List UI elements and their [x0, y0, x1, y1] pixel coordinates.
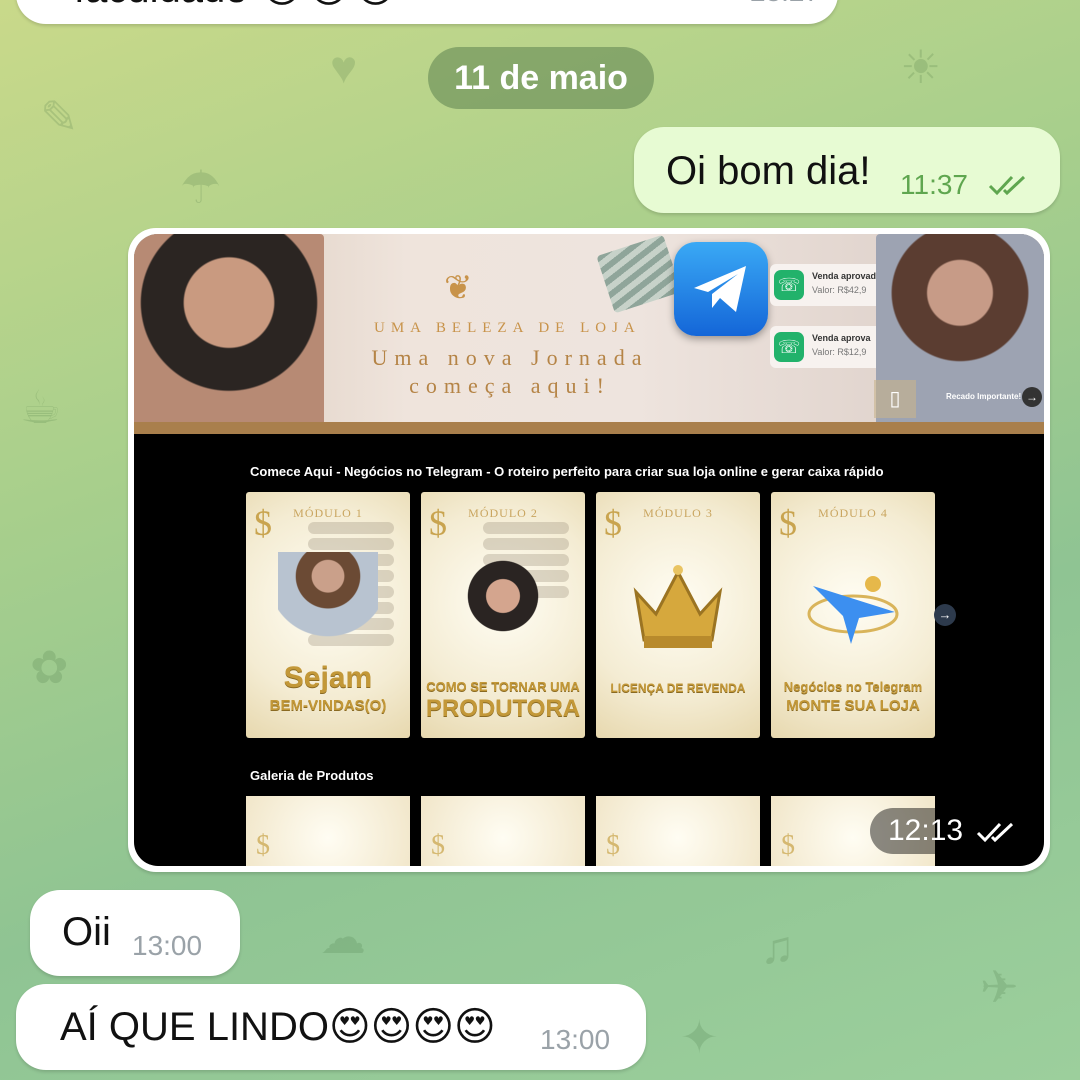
phone-icon: ☏ — [774, 332, 804, 362]
module-caption: BEM-VINDAS(O) — [269, 697, 387, 714]
doodle-icon: ✎ — [40, 91, 79, 143]
portrait-image — [453, 552, 553, 662]
message-time: 12:13 — [888, 814, 964, 847]
message-bubble-outgoing[interactable]: Oi bom dia! 11:37 — [634, 127, 1060, 213]
section-title: Comece Aqui - Negócios no Telegram - O r… — [250, 464, 884, 479]
doodle-icon: ✦ — [680, 1011, 719, 1063]
doodle-icon: ✈ — [980, 961, 1019, 1013]
message-bubble-incoming[interactable]: faculdade 😂😂😂 23:27 — [16, 0, 838, 24]
arrow-right-icon: → — [1022, 387, 1042, 407]
message-time: 23:27 — [750, 0, 820, 8]
module-card: $ MÓDULO 4 Negócios no Telegram MONTE SU… — [771, 492, 935, 738]
module-caption: Negócios no Telegram — [783, 679, 923, 694]
sale-notification: ☏ Venda aprovad Valor: R$42,9 — [770, 264, 882, 306]
portrait-image — [278, 552, 378, 662]
module-caption: PRODUTORA — [425, 695, 581, 722]
brand-subtitle: UMA BELEZA DE LOJA — [374, 320, 641, 336]
doodle-icon: ✿ — [30, 641, 69, 693]
message-bubble-incoming[interactable]: Oii 13:00 — [30, 890, 240, 976]
dollar-icon: $ — [431, 830, 445, 861]
double-check-icon — [976, 822, 1014, 843]
module-card: $ MÓDULO 2 COMO SE TORNAR UMA PRODUTORA — [421, 492, 585, 738]
message-time: 13:00 — [132, 930, 203, 961]
message-bubble-incoming[interactable]: AÍ QUE LINDO😍😍😍😍 13:00 — [16, 984, 646, 1070]
module-caption: Sejam — [283, 661, 373, 694]
document-icon: ▯ — [874, 380, 916, 418]
crown-icon — [633, 565, 723, 648]
sale-notification: ☏ Venda aprova Valor: R$12,9 — [770, 326, 882, 368]
sale-title: Venda aprova — [812, 333, 871, 343]
module-caption: COMO SE TORNAR UMA — [426, 679, 580, 694]
module-label: MÓDULO 1 — [293, 506, 363, 520]
portrait-image — [134, 234, 324, 430]
paper-plane-icon — [807, 576, 899, 644]
doodle-icon: ☁ — [320, 911, 366, 963]
doodle-icon: ☀ — [900, 41, 942, 93]
module-caption: LICENÇA DE REVENDA — [610, 681, 746, 695]
module-label: MÓDULO 3 — [643, 506, 713, 520]
module-label: MÓDULO 4 — [818, 506, 888, 520]
message-time: 11:37 — [900, 169, 968, 200]
doodle-icon: ♥ — [330, 41, 358, 93]
message-text: faculdade 😂😂😂 — [74, 0, 399, 12]
sale-value: Valor: R$42,9 — [812, 285, 867, 295]
module-card: $ MÓDULO 3 LICENÇA DE REVENDA — [596, 492, 760, 738]
module-caption: MONTE SUA LOJA — [786, 697, 920, 714]
arrow-right-icon: → — [934, 604, 956, 626]
photo-image[interactable]: ❦ UMA BELEZA DE LOJA Uma nova Jornada co… — [134, 234, 1044, 866]
dollar-icon: $ — [781, 830, 795, 861]
dollar-icon: $ — [256, 830, 270, 861]
gallery-card: $ — [596, 796, 760, 866]
module-label: MÓDULO 2 — [468, 506, 538, 520]
doodle-icon: ☂ — [180, 161, 222, 213]
money-image — [596, 234, 682, 314]
phone-icon: ☏ — [774, 270, 804, 300]
dollar-icon: $ — [606, 830, 620, 861]
date-separator: 11 de maio — [428, 47, 654, 109]
brand-title: Uma nova Jornada começa aqui! — [371, 345, 649, 398]
sale-title: Venda aprovad — [812, 271, 877, 281]
telegram-icon — [674, 242, 768, 336]
doodle-icon: ♫ — [760, 921, 795, 973]
module-card: $ MÓDULO 1 Sejam BEM-VINDAS(O) — [246, 492, 410, 738]
message-time: 13:00 — [540, 1024, 611, 1055]
notice-label: Recado Importante! — [946, 392, 1022, 401]
store-banner: ❦ UMA BELEZA DE LOJA Uma nova Jornada co… — [134, 234, 1044, 434]
divider — [134, 422, 1044, 434]
doodle-icon: ☕ — [20, 381, 62, 433]
message-text: AÍ QUE LINDO😍😍😍😍 — [60, 1005, 496, 1049]
photo-timestamp: 12:13 — [870, 808, 1026, 854]
section-title: Galeria de Produtos — [250, 768, 374, 783]
gallery-card: $ — [421, 796, 585, 866]
message-text: Oi bom dia! — [666, 149, 871, 193]
message-text: Oii — [62, 910, 111, 954]
gallery-card: $ — [246, 796, 410, 866]
butterfly-icon: ❦ — [444, 269, 473, 307]
photo-message[interactable]: ❦ UMA BELEZA DE LOJA Uma nova Jornada co… — [128, 228, 1050, 872]
sale-value: Valor: R$12,9 — [812, 347, 867, 357]
double-check-icon — [988, 175, 1026, 196]
